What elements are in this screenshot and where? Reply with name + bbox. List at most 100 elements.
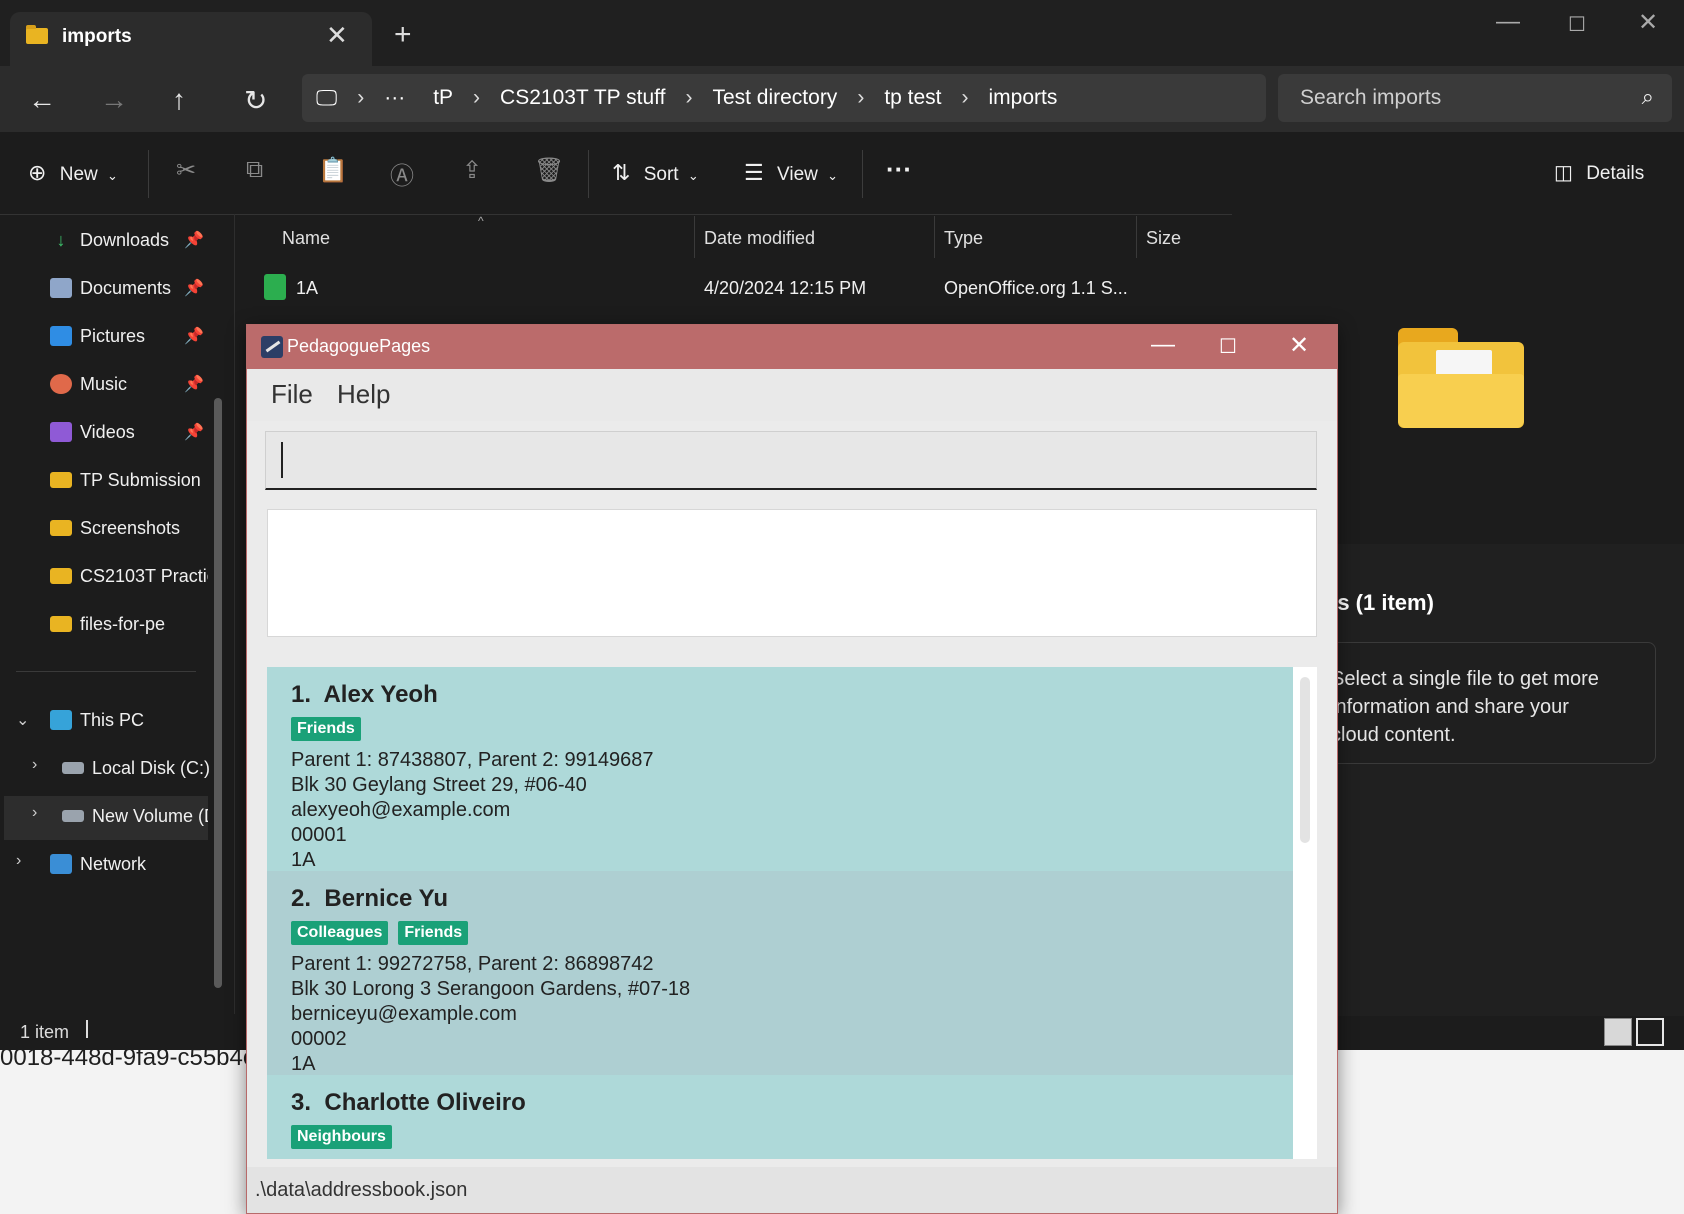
- column-header-type[interactable]: Type: [944, 228, 983, 249]
- minimize-button[interactable]: —: [1496, 8, 1520, 36]
- details-view-icon[interactable]: [1604, 1018, 1632, 1046]
- title-bar[interactable]: PedagoguePages — ☐ ✕: [247, 325, 1337, 369]
- sidebar-item-local-disk[interactable]: Local Disk (C:): [62, 748, 210, 788]
- tab-title: imports: [62, 26, 132, 47]
- sidebar-item-label: Music: [80, 373, 128, 394]
- close-window-button[interactable]: ✕: [1638, 8, 1658, 37]
- tab-imports[interactable]: imports ✕: [10, 12, 372, 66]
- sidebar-item-this-pc[interactable]: This PC: [50, 700, 144, 740]
- videos-icon: [50, 422, 72, 442]
- pin-icon[interactable]: 📌: [184, 278, 204, 298]
- sidebar-item-label: files-for-pe: [80, 613, 166, 634]
- up-button[interactable]: ↑: [172, 84, 186, 116]
- details-pane-icon: ◫: [1554, 162, 1573, 184]
- pin-icon[interactable]: 📌: [184, 374, 204, 394]
- breadcrumb-tp-test[interactable]: tp test: [870, 86, 955, 110]
- sidebar-item-pictures[interactable]: Pictures: [50, 316, 145, 356]
- menu-bar: File Help: [247, 369, 1337, 421]
- sidebar-item-documents[interactable]: Documents: [50, 268, 171, 308]
- sidebar-item-files-for-pe[interactable]: files-for-pe: [50, 604, 165, 644]
- column-header-size[interactable]: Size: [1146, 228, 1181, 249]
- refresh-button[interactable]: ↻: [244, 84, 267, 117]
- sidebar-divider: [16, 671, 196, 672]
- sidebar-item-tp-submission[interactable]: TP Submission: [50, 460, 201, 500]
- file-name[interactable]: 1A: [296, 278, 318, 299]
- view-button[interactable]: ☰ View ⌄: [744, 160, 838, 186]
- folder-icon: [1398, 328, 1524, 428]
- column-divider[interactable]: [694, 216, 695, 258]
- more-path-button[interactable]: ···: [370, 86, 419, 110]
- pin-icon[interactable]: 📌: [184, 326, 204, 346]
- breadcrumb-tp[interactable]: tP: [419, 86, 467, 110]
- chevron-right-icon[interactable]: ›: [32, 756, 37, 774]
- column-divider[interactable]: [1136, 216, 1137, 258]
- person-index: 3.: [291, 1089, 312, 1116]
- tag-badge: Friends: [398, 921, 469, 945]
- person-card[interactable]: 2. Bernice Yu Colleagues Friends Parent …: [267, 871, 1293, 1075]
- view-icon: ☰: [744, 160, 764, 185]
- new-tab-button[interactable]: +: [394, 18, 412, 52]
- back-button[interactable]: ←: [28, 84, 56, 116]
- pin-icon[interactable]: 📌: [184, 230, 204, 250]
- more-options-button[interactable]: ···: [886, 154, 912, 185]
- scrollbar-thumb[interactable]: [1300, 677, 1310, 843]
- folder-icon: [50, 616, 72, 632]
- sidebar-item-label: CS2103T Practic: [80, 565, 208, 586]
- search-box[interactable]: Search imports ⌕: [1278, 74, 1672, 122]
- copy-icon[interactable]: ⧉: [246, 156, 263, 184]
- sidebar-item-downloads[interactable]: ↓ Downloads: [50, 220, 170, 260]
- pc-icon[interactable]: 🖵: [302, 85, 351, 111]
- list-scrollbar[interactable]: [1297, 673, 1313, 1153]
- breadcrumb-test-directory[interactable]: Test directory: [698, 86, 851, 110]
- details-message-line: cloud content.: [1331, 724, 1456, 746]
- sidebar-item-new-volume[interactable]: New Volume (D: [62, 796, 208, 836]
- person-card[interactable]: 3. Charlotte Oliveiro Neighbours: [267, 1075, 1293, 1159]
- chevron-right-icon[interactable]: ›: [32, 804, 37, 822]
- person-class: 1A: [291, 1053, 316, 1075]
- sort-button[interactable]: ⇅ Sort ⌄: [612, 160, 699, 186]
- address-bar[interactable]: 🖵 › ··· tP › CS2103T TP stuff › Test dir…: [302, 74, 1266, 122]
- sidebar-item-screenshots[interactable]: Screenshots: [50, 508, 180, 548]
- column-header-name[interactable]: Name: [282, 228, 330, 249]
- download-icon: ↓: [56, 230, 66, 250]
- sidebar-item-cs2103t-practice[interactable]: CS2103T Practic: [50, 556, 208, 596]
- column-header-date[interactable]: Date modified: [704, 228, 815, 249]
- search-icon: ⌕: [1641, 84, 1654, 109]
- share-icon[interactable]: ⇪: [462, 156, 482, 185]
- menu-help[interactable]: Help: [337, 379, 390, 410]
- chevron-down-icon[interactable]: ⌄: [16, 710, 29, 730]
- tiles-view-icon[interactable]: [1636, 1018, 1664, 1046]
- forward-button[interactable]: →: [100, 84, 128, 116]
- delete-icon[interactable]: 🗑: [534, 156, 564, 185]
- new-button[interactable]: ⊕ New ⌄: [28, 160, 118, 186]
- breadcrumb-cs2103t[interactable]: CS2103T TP stuff: [486, 86, 679, 110]
- close-button[interactable]: ✕: [1289, 331, 1309, 360]
- sidebar-item-label: Downloads: [80, 229, 170, 250]
- column-divider[interactable]: [934, 216, 935, 258]
- maximize-button[interactable]: ☐: [1219, 334, 1237, 359]
- chevron-right-icon[interactable]: ›: [16, 852, 21, 870]
- rename-icon[interactable]: Ⓐ: [390, 156, 414, 191]
- breadcrumb-imports[interactable]: imports: [975, 86, 1072, 110]
- details-button[interactable]: ◫ Details: [1554, 160, 1644, 185]
- sidebar-item-videos[interactable]: Videos: [50, 412, 135, 452]
- sidebar-scrollbar[interactable]: [214, 398, 222, 988]
- plus-circle-icon: ⊕: [28, 160, 47, 185]
- file-type: OpenOffice.org 1.1 S...: [944, 278, 1128, 298]
- drive-icon: [62, 762, 84, 774]
- person-card[interactable]: 1. Alex Yeoh Friends Parent 1: 87438807,…: [267, 667, 1293, 871]
- paste-icon[interactable]: 📋: [318, 156, 348, 185]
- person-list[interactable]: 1. Alex Yeoh Friends Parent 1: 87438807,…: [267, 667, 1317, 1159]
- cut-icon[interactable]: ✂: [176, 156, 196, 185]
- command-bar: ⊕ New ⌄ ✂ ⧉ 📋 Ⓐ ⇪ 🗑 ⇅ Sort ⌄ ☰ View ⌄ ··…: [0, 132, 1684, 215]
- command-input[interactable]: [265, 431, 1317, 490]
- minimize-button[interactable]: —: [1151, 331, 1175, 359]
- sidebar-item-music[interactable]: Music: [50, 364, 127, 404]
- chevron-right-icon: ›: [961, 86, 969, 109]
- navigation-bar: ← → ↑ ↻ 🖵 › ··· tP › CS2103T TP stuff › …: [0, 66, 1684, 132]
- close-tab-icon[interactable]: ✕: [326, 20, 348, 51]
- menu-file[interactable]: File: [271, 379, 313, 410]
- sidebar-item-network[interactable]: Network: [50, 844, 146, 884]
- pin-icon[interactable]: 📌: [184, 422, 204, 442]
- maximize-button[interactable]: ☐: [1568, 12, 1586, 37]
